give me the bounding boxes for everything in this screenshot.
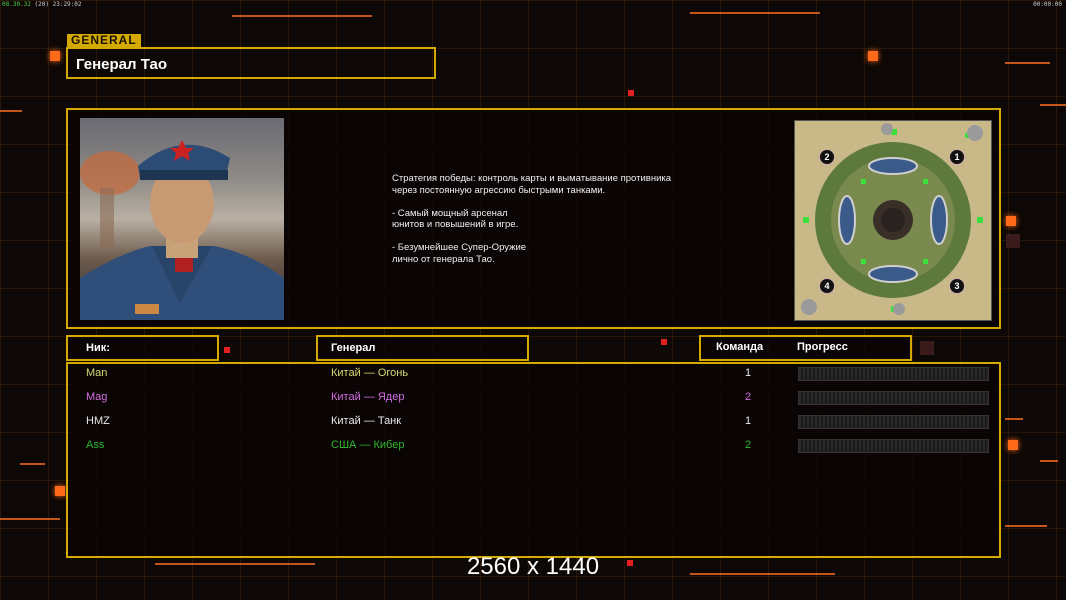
deco-line: [1040, 104, 1066, 106]
deco-line: [20, 463, 45, 465]
player-team: 2: [745, 391, 752, 403]
general-portrait: [80, 118, 284, 320]
fps-counter: 08.30.32 (20) 23:29:02: [0, 0, 84, 9]
deco-square: [628, 90, 634, 96]
player-general: Китай — Огонь: [331, 367, 409, 379]
general-header: Генерал: [331, 342, 376, 354]
progress-bar: [798, 415, 989, 429]
player-general: США — Кибер: [331, 439, 405, 451]
deco-line: [232, 15, 372, 17]
fps-extra: (20): [34, 1, 49, 8]
progress-bar: [798, 367, 989, 381]
minimap[interactable]: 2 1 4 3: [794, 120, 992, 321]
deco-square: [661, 339, 667, 345]
deco-line: [1005, 62, 1050, 64]
deco-square: [55, 486, 65, 496]
deco-line: [0, 518, 60, 520]
player-team: 2: [745, 439, 752, 451]
progress-bar: [798, 391, 989, 405]
deco-line: [1005, 525, 1047, 527]
player-nick: Man: [86, 367, 108, 379]
deco-line: [690, 12, 820, 14]
deco-square: [1006, 216, 1016, 226]
general-title: Генерал Тао: [76, 56, 167, 73]
general-tag: GENERAL: [67, 34, 141, 47]
resolution-label: 2560 x 1440: [466, 553, 600, 580]
deco-square: [224, 347, 230, 353]
player-general: Китай — Ядер: [331, 391, 405, 403]
team-header: Команда: [716, 341, 764, 353]
progress-bar: [798, 439, 989, 453]
deco-line: [0, 110, 22, 112]
deco-square: [920, 341, 934, 355]
system-time: 23:29:02: [52, 1, 82, 8]
general-title-box: Генерал Тао: [66, 47, 436, 79]
player-nick: Ass: [86, 439, 105, 451]
deco-square: [868, 51, 878, 61]
spawn-marker-4: 4: [819, 278, 835, 294]
game-timer: 00:00:00: [1033, 1, 1062, 8]
player-team: 1: [745, 415, 752, 427]
spawn-marker-3: 3: [949, 278, 965, 294]
player-nick: HMZ: [86, 415, 110, 427]
deco-square: [50, 51, 60, 61]
progress-header: Прогресс: [797, 341, 848, 353]
player-general: Китай — Танк: [331, 415, 402, 427]
deco-square: [1006, 234, 1020, 248]
spawn-marker-1: 1: [949, 149, 965, 165]
nick-header: Ник:: [86, 342, 110, 354]
fps-value: 08.30.32: [2, 1, 31, 8]
player-nick: Mag: [86, 391, 108, 403]
spawn-marker-2: 2: [819, 149, 835, 165]
general-description: Стратегия победы: контроль карты и вымат…: [392, 173, 672, 265]
player-team: 1: [745, 367, 752, 379]
